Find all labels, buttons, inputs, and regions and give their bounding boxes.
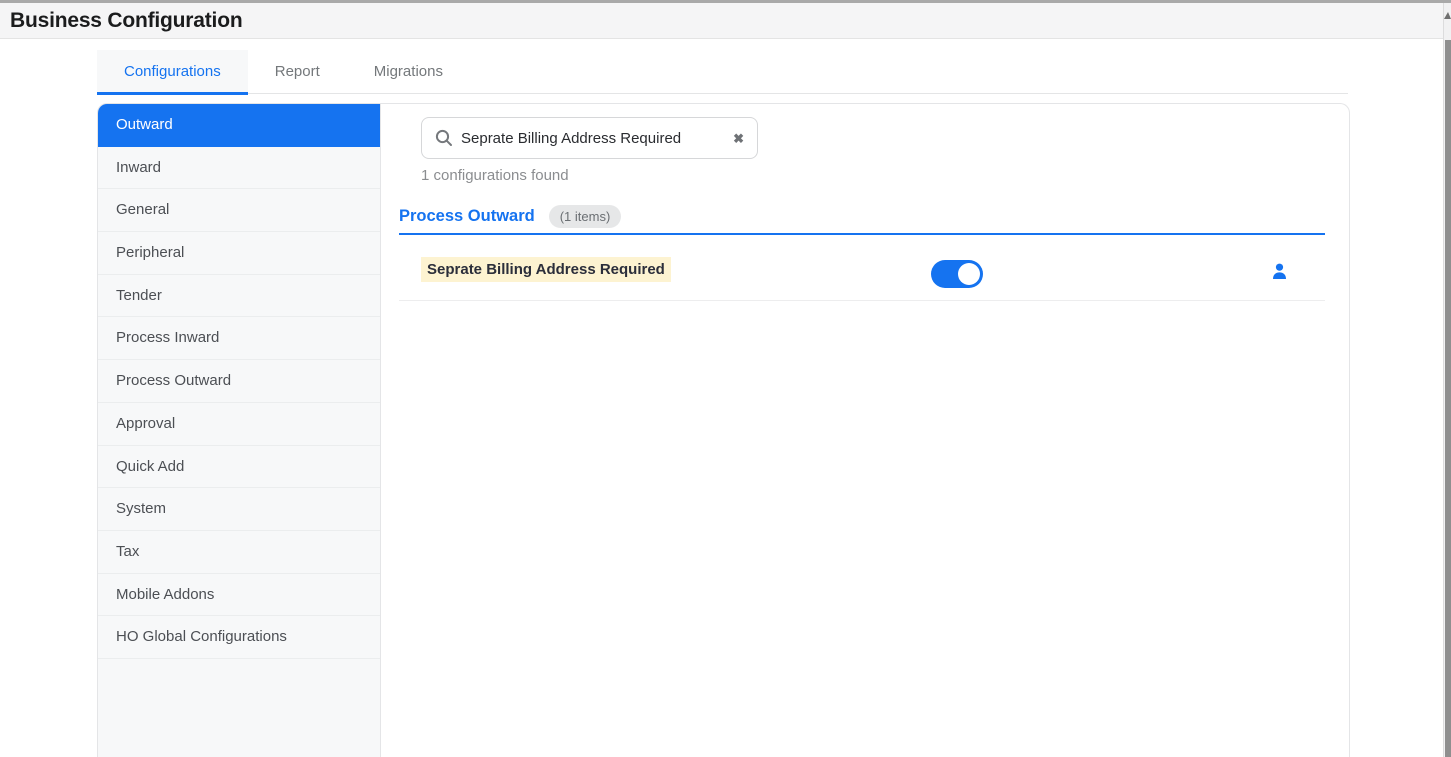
- tab-label: Report: [274, 63, 320, 80]
- sidebar-item-peripheral[interactable]: Peripheral: [98, 232, 380, 275]
- tab-label: Configurations: [124, 63, 221, 80]
- sidebar-item-outward[interactable]: Outward: [98, 104, 380, 147]
- page-title: Business Configuration: [10, 8, 243, 32]
- sidebar-item-process-inward[interactable]: Process Inward: [98, 317, 380, 361]
- user-icon[interactable]: [1272, 263, 1287, 280]
- app-header: Business Configuration: [0, 3, 1451, 39]
- toggle-knob: [958, 263, 980, 285]
- sidebar-item-ho-global-configurations[interactable]: HO Global Configurations: [98, 616, 380, 659]
- sidebar-item-system[interactable]: System: [98, 488, 380, 531]
- config-label-highlighted: Seprate Billing Address Required: [421, 257, 671, 282]
- scrollbar[interactable]: [1443, 3, 1451, 757]
- clear-search-icon[interactable]: ✖: [733, 132, 744, 145]
- sidebar-item-inward[interactable]: Inward: [98, 147, 380, 190]
- config-toggle[interactable]: [931, 260, 983, 288]
- tabbar: Configurations Report Migrations: [97, 50, 470, 95]
- configuration-content: ✖ 1 configurations found Process Outward…: [381, 104, 1349, 757]
- section-items-badge: (1 items): [548, 205, 622, 228]
- sidebar-item-quick-add[interactable]: Quick Add: [98, 446, 380, 489]
- search-input[interactable]: [453, 129, 734, 147]
- sidebar-item-general[interactable]: General: [98, 189, 380, 233]
- configuration-panel: Outward Inward General Peripheral Tender…: [97, 103, 1350, 757]
- search-icon: [435, 129, 453, 147]
- tab-migrations[interactable]: Migrations: [347, 50, 470, 93]
- scroll-up-icon[interactable]: [1444, 12, 1451, 19]
- sidebar-item-tax[interactable]: Tax: [98, 531, 380, 574]
- tab-label: Migrations: [373, 63, 443, 80]
- sidebar-item-approval[interactable]: Approval: [98, 403, 380, 446]
- sidebar-item-tender[interactable]: Tender: [98, 275, 380, 318]
- section-title: Process Outward: [399, 207, 535, 225]
- tab-configurations[interactable]: Configurations: [97, 50, 248, 95]
- tab-report[interactable]: Report: [248, 50, 347, 93]
- active-tab-underline: [97, 92, 248, 95]
- config-search-box: ✖: [421, 117, 758, 159]
- sidebar-item-mobile-addons[interactable]: Mobile Addons: [98, 574, 380, 617]
- sidebar-item-process-outward[interactable]: Process Outward: [98, 360, 380, 403]
- config-row: Seprate Billing Address Required: [399, 235, 1325, 301]
- results-count: 1 configurations found: [421, 167, 569, 184]
- category-sidebar: Outward Inward General Peripheral Tender…: [98, 104, 381, 757]
- section-header: Process Outward (1 items): [399, 205, 622, 228]
- scrollbar-thumb[interactable]: [1445, 40, 1451, 757]
